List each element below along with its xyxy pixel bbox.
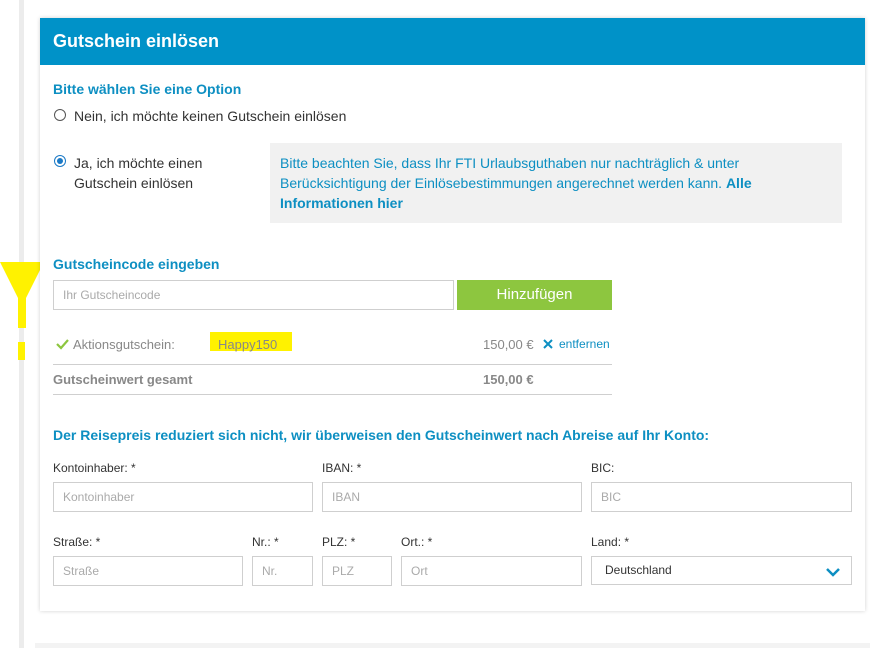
land-label: Land: * (591, 535, 630, 549)
nr-input[interactable] (252, 556, 313, 586)
voucher-card: Gutschein einlösen Bitte wählen Sie eine… (40, 18, 865, 611)
card-title: Gutschein einlösen (40, 18, 865, 65)
code-title: Gutscheincode eingeben (53, 256, 220, 272)
iban-label: IBAN: * (322, 461, 362, 475)
remove-icon[interactable] (543, 339, 553, 349)
info-text-line1: Bitte beachten Sie, dass Ihr FTI Urlaubs… (280, 155, 740, 171)
strasse-label: Straße: * (53, 535, 101, 549)
radio-yes-voucher[interactable] (54, 155, 66, 167)
kontoinhaber-input[interactable] (53, 482, 313, 512)
plz-label: PLZ: * (322, 535, 356, 549)
divider-bottom (53, 394, 612, 395)
radio-yes-label-line2[interactable]: Gutschein einlösen (74, 173, 193, 193)
refund-title: Der Reisepreis reduziert sich nicht, wir… (53, 427, 710, 443)
voucher-amount: 150,00 € (483, 337, 534, 352)
radio-no-label[interactable]: Nein, ich möchte keinen Gutschein einlös… (74, 106, 346, 126)
land-select-value: Deutschland (605, 563, 672, 577)
kontoinhaber-label: Kontoinhaber: * (53, 461, 136, 475)
remove-voucher-link[interactable]: entfernen (559, 337, 610, 351)
check-icon (56, 339, 69, 350)
nr-label: Nr.: * (252, 535, 279, 549)
info-box: Bitte beachten Sie, dass Ihr FTI Urlaubs… (270, 143, 842, 223)
total-amount: 150,00 € (483, 372, 534, 387)
info-text-line2: Berücksichtigung der Einlösebestimmungen… (280, 175, 723, 191)
option-title: Bitte wählen Sie eine Option (53, 81, 242, 97)
voucher-label: Aktionsgutschein: (73, 337, 175, 352)
radio-no-voucher[interactable] (54, 109, 66, 121)
voucher-code: Happy150 (218, 337, 278, 352)
chevron-down-icon (826, 568, 840, 577)
land-select[interactable]: Deutschland (591, 556, 852, 585)
total-label: Gutscheinwert gesamt (53, 372, 193, 387)
bic-label: BIC: (591, 461, 615, 475)
strasse-input[interactable] (53, 556, 243, 586)
radio-yes-label-line1[interactable]: Ja, ich möchte einen (74, 153, 202, 173)
plz-input[interactable] (322, 556, 392, 586)
info-link-part2[interactable]: Informationen hier (280, 195, 403, 211)
divider-top (53, 364, 612, 365)
ort-input[interactable] (401, 556, 582, 586)
info-link-part1[interactable]: Alle (726, 175, 752, 191)
iban-input[interactable] (322, 482, 582, 512)
voucher-code-input[interactable] (53, 280, 454, 310)
next-card-edge (35, 643, 870, 648)
add-voucher-button[interactable]: Hinzufügen (457, 280, 612, 310)
bic-input[interactable] (591, 482, 852, 512)
ort-label: Ort.: * (401, 535, 433, 549)
